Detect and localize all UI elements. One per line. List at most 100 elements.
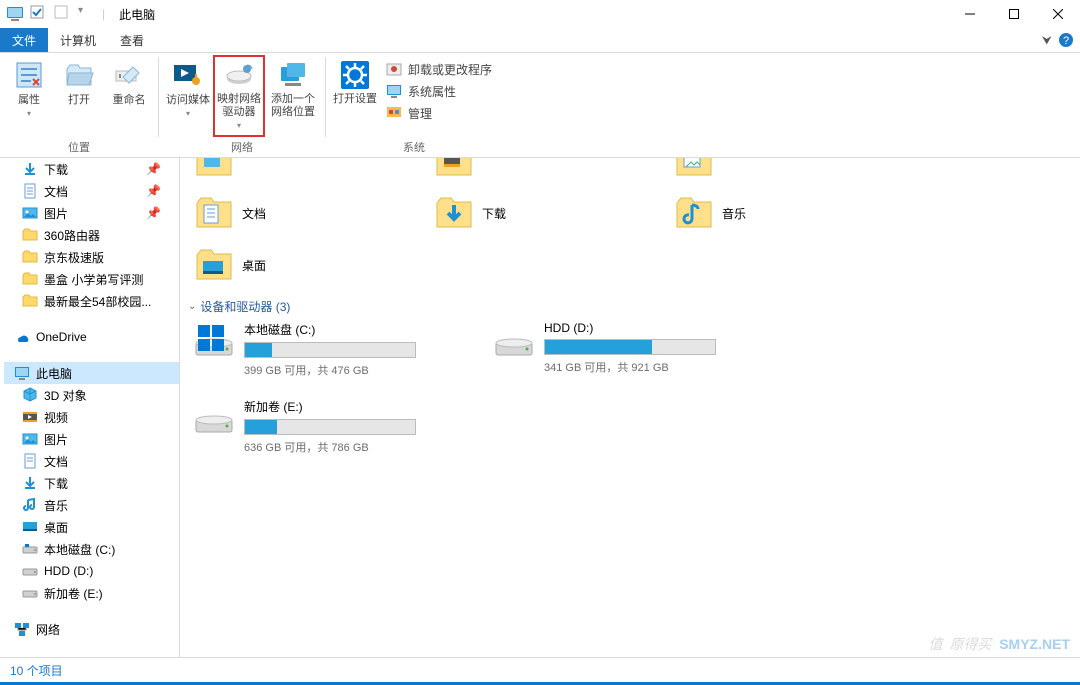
open-button[interactable]: 打开 (54, 55, 104, 111)
nav-label: 墨盒 小学弟写评测 (44, 271, 143, 288)
drive-usage-bar (244, 419, 416, 435)
nav-desktop[interactable]: 桌面 (4, 516, 179, 538)
folder-icon (22, 249, 38, 265)
drive-icon (194, 321, 234, 361)
drive-item[interactable]: 新加卷 (E:)636 GB 可用，共 786 GB (194, 398, 474, 455)
tab-file[interactable]: 文件 (0, 28, 48, 52)
drive-usage-bar (244, 342, 416, 358)
folder-documents[interactable]: 文档 (194, 190, 414, 236)
access-media-button[interactable]: 访问媒体 ▾ (163, 55, 213, 125)
pin-icon: 📌 (146, 206, 161, 220)
nav-3d-objects[interactable]: 3D 对象 (4, 384, 179, 406)
drive-meta: 341 GB 可用，共 921 GB (544, 359, 774, 375)
nav-videos[interactable]: 视频 (4, 406, 179, 428)
nav-downloads-qa[interactable]: 下载 📌 (4, 158, 179, 180)
nav-local-c[interactable]: 本地磁盘 (C:) (4, 538, 179, 560)
nav-360router[interactable]: 360路由器 (4, 224, 179, 246)
drive-icon (494, 321, 534, 361)
nav-pictures[interactable]: 图片 (4, 428, 179, 450)
nav-pictures-qa[interactable]: 图片 📌 (4, 202, 179, 224)
folder-tile-cut-1[interactable] (194, 158, 414, 184)
map-network-drive-label: 映射网络驱动器 (215, 93, 263, 119)
folder-icon (22, 227, 38, 243)
folder-desktop[interactable]: 桌面 (194, 242, 414, 288)
qat-blank-icon[interactable] (54, 5, 72, 23)
title-bar: ▾ | 此电脑 (0, 0, 1080, 28)
drive-icon (22, 585, 38, 601)
open-settings-button[interactable]: 打开设置 (330, 55, 380, 110)
ribbon-group-location: 属性 ▾ 打开 重命名 位置 (0, 53, 158, 157)
videos-icon (22, 409, 38, 425)
add-network-location-label: 添加一个网络位置 (267, 93, 319, 119)
nav-label: 本地磁盘 (C:) (44, 541, 115, 558)
nav-label: 新加卷 (E:) (44, 585, 103, 602)
qat-dropdown-icon[interactable]: ▾ (78, 5, 96, 23)
group-network-label: 网络 (231, 139, 253, 155)
nav-new-e[interactable]: 新加卷 (E:) (4, 582, 179, 604)
folder-downloads[interactable]: 下载 (434, 190, 654, 236)
document-icon (22, 183, 38, 199)
folder-label: 音乐 (722, 205, 746, 222)
nav-downloads[interactable]: 下载 (4, 472, 179, 494)
chevron-down-icon: ⌄ (188, 301, 196, 312)
folder-tile-cut-2[interactable] (434, 158, 654, 184)
map-network-drive-button[interactable]: 映射网络驱动器 ▾ (213, 55, 265, 137)
drive-item[interactable]: HDD (D:) 341 GB 可用，共 921 GB (494, 321, 774, 378)
drive-name: HDD (D:) (544, 321, 774, 335)
drive-name: 本地磁盘 (C:) (244, 321, 474, 338)
nav-hdd-d[interactable]: HDD (D:) (4, 560, 179, 582)
tab-view[interactable]: 查看 (108, 28, 156, 52)
uninstall-button[interactable]: 卸载或更改程序 (386, 59, 492, 79)
nav-documents-qa[interactable]: 文档 📌 (4, 180, 179, 202)
drive-item[interactable]: 本地磁盘 (C:) 399 GB 可用，共 476 GB (194, 321, 474, 378)
music-icon (22, 497, 38, 513)
properties-button[interactable]: 属性 ▾ (4, 55, 54, 125)
settings-icon (339, 59, 371, 91)
drives-section-header[interactable]: ⌄ 设备和驱动器 (3) (188, 298, 1072, 315)
pin-icon: 📌 (146, 184, 161, 198)
nav-jdexpress[interactable]: 京东极速版 (4, 246, 179, 268)
folder-tile-cut-3[interactable] (674, 158, 894, 184)
nav-documents[interactable]: 文档 (4, 450, 179, 472)
folder-icon (22, 293, 38, 309)
add-network-location-button[interactable]: 添加一个网络位置 (265, 55, 321, 123)
folder-music[interactable]: 音乐 (674, 190, 894, 236)
drives-section-label: 设备和驱动器 (3) (200, 298, 290, 315)
nav-label: 此电脑 (36, 365, 72, 382)
close-button[interactable] (1036, 0, 1080, 28)
svg-text:?: ? (1063, 35, 1069, 47)
maximize-button[interactable] (992, 0, 1036, 28)
drive-meta: 636 GB 可用，共 786 GB (244, 439, 474, 455)
desktop-icon (22, 519, 38, 535)
nav-label: 下载 (44, 475, 68, 492)
minimize-button[interactable] (948, 0, 992, 28)
nav-label: 最新最全54部校园... (44, 293, 151, 310)
nav-this-pc[interactable]: 此电脑 (4, 362, 179, 384)
nav-music[interactable]: 音乐 (4, 494, 179, 516)
drive-meta: 399 GB 可用，共 476 GB (244, 362, 474, 378)
window-title: 此电脑 (111, 6, 163, 23)
manage-label: 管理 (408, 105, 432, 122)
nav-newest54[interactable]: 最新最全54部校园... (4, 290, 179, 312)
properties-label: 属性 (18, 93, 40, 107)
documents-folder-icon (194, 193, 234, 233)
group-location-label: 位置 (68, 139, 90, 155)
nav-onedrive[interactable]: OneDrive (4, 326, 179, 348)
navigation-pane[interactable]: 下载 📌 文档 📌 图片 📌 360路由器 京东极速版 (0, 158, 180, 657)
manage-button[interactable]: 管理 (386, 103, 492, 123)
tab-computer[interactable]: 计算机 (48, 28, 108, 52)
desktop-folder-icon (194, 245, 234, 285)
network-icon (14, 621, 30, 637)
group-system-label: 系统 (403, 139, 425, 155)
system-properties-button[interactable]: 系统属性 (386, 81, 492, 101)
nav-network[interactable]: 网络 (4, 618, 179, 640)
content-area[interactable]: 文档 下载 音乐 桌面 ⌄ 设 (180, 158, 1080, 657)
rename-button[interactable]: 重命名 (104, 55, 154, 111)
properties-icon (13, 59, 45, 91)
folder-icon (194, 158, 234, 181)
nav-mohe[interactable]: 墨盒 小学弟写评测 (4, 268, 179, 290)
help-icon[interactable]: ? (1058, 32, 1074, 48)
qat-checkbox-icon[interactable] (30, 5, 48, 23)
add-network-location-icon (277, 59, 309, 91)
expand-ribbon-icon[interactable]: ⮟ (1042, 33, 1052, 48)
